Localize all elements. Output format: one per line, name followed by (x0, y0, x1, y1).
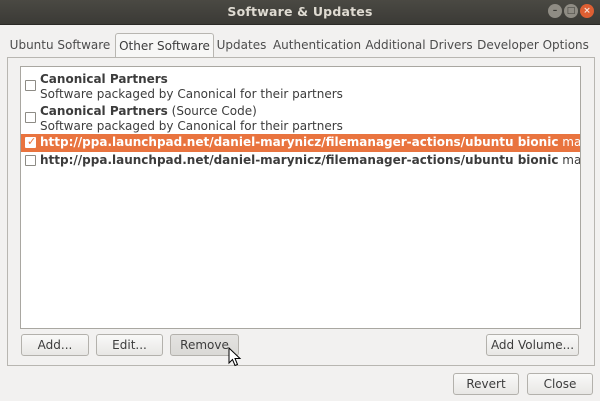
tab-ubuntu-software[interactable]: Ubuntu Software (7, 33, 113, 57)
source-name: Canonical Partners (40, 104, 168, 118)
edit-button[interactable]: Edit... (96, 334, 163, 356)
source-description: Software packaged by Canonical for their… (40, 119, 343, 133)
source-checkbox[interactable] (25, 112, 36, 123)
software-updates-window: Software & Updates – □ × Ubuntu Software… (0, 0, 600, 401)
list-item[interactable]: Canonical Partners (Source Code) Softwar… (21, 102, 580, 134)
mouse-pointer-icon (228, 347, 242, 367)
close-icon[interactable]: × (580, 4, 594, 18)
revert-button[interactable]: Revert (453, 373, 519, 395)
list-item[interactable]: Canonical Partners Software packaged by … (21, 70, 580, 102)
source-title: http://ppa.launchpad.net/daniel-marynicz… (40, 135, 581, 150)
window-title: Software & Updates (227, 4, 373, 19)
software-sources-list[interactable]: Canonical Partners Software packaged by … (20, 66, 581, 329)
source-checkbox[interactable] (25, 80, 36, 91)
source-suffix: main (Source Code) (562, 153, 581, 167)
tab-authentication[interactable]: Authentication (271, 33, 363, 57)
source-name: http://ppa.launchpad.net/daniel-marynicz… (40, 153, 559, 167)
close-button[interactable]: Close (527, 373, 593, 395)
tab-additional-drivers[interactable]: Additional Drivers (365, 33, 473, 57)
tab-developer-options[interactable]: Developer Options (475, 33, 591, 57)
source-description: Software packaged by Canonical for their… (40, 87, 343, 101)
add-volume-button[interactable]: Add Volume... (486, 334, 579, 356)
list-item[interactable]: http://ppa.launchpad.net/daniel-marynicz… (21, 152, 580, 170)
source-name: http://ppa.launchpad.net/daniel-marynicz… (40, 135, 559, 149)
add-button[interactable]: Add... (21, 334, 89, 356)
source-title: http://ppa.launchpad.net/daniel-marynicz… (40, 153, 581, 168)
source-title: Canonical Partners (Source Code) (40, 104, 257, 119)
minimize-icon[interactable]: – (548, 4, 562, 18)
list-item-selected[interactable]: ✓ http://ppa.launchpad.net/daniel-maryni… (21, 134, 580, 152)
title-bar[interactable]: Software & Updates – □ × (0, 0, 600, 25)
source-suffix: main (562, 135, 581, 149)
source-suffix: (Source Code) (167, 104, 257, 118)
checkmark-icon: ✓ (27, 135, 37, 148)
source-checkbox[interactable]: ✓ (25, 135, 37, 148)
maximize-icon[interactable]: □ (564, 4, 578, 18)
tab-other-software[interactable]: Other Software (115, 33, 214, 59)
tab-updates[interactable]: Updates (214, 33, 269, 57)
source-checkbox[interactable] (25, 155, 36, 166)
source-name: Canonical Partners (40, 72, 168, 86)
